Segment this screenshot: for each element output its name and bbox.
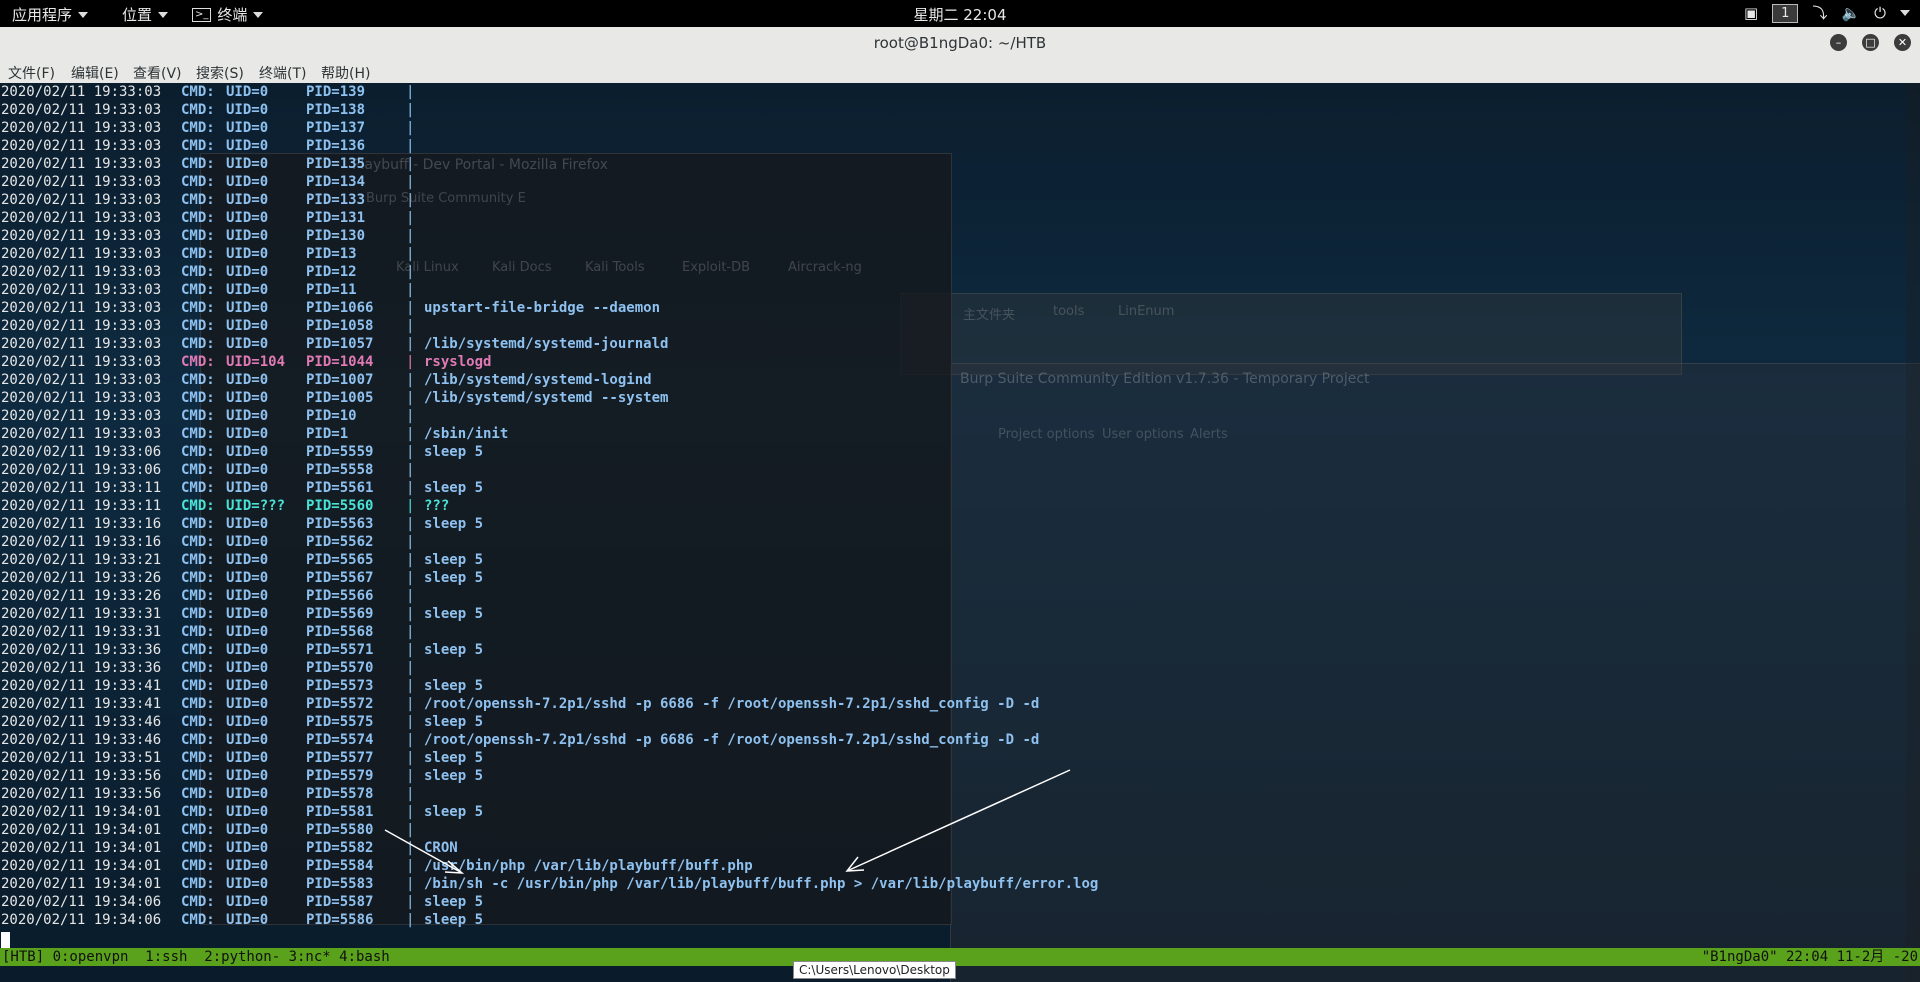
arrow-head: [444, 860, 465, 874]
arrow-line: [846, 769, 1071, 872]
arrow-line: [384, 829, 463, 874]
annotation-arrows: [384, 769, 1071, 874]
